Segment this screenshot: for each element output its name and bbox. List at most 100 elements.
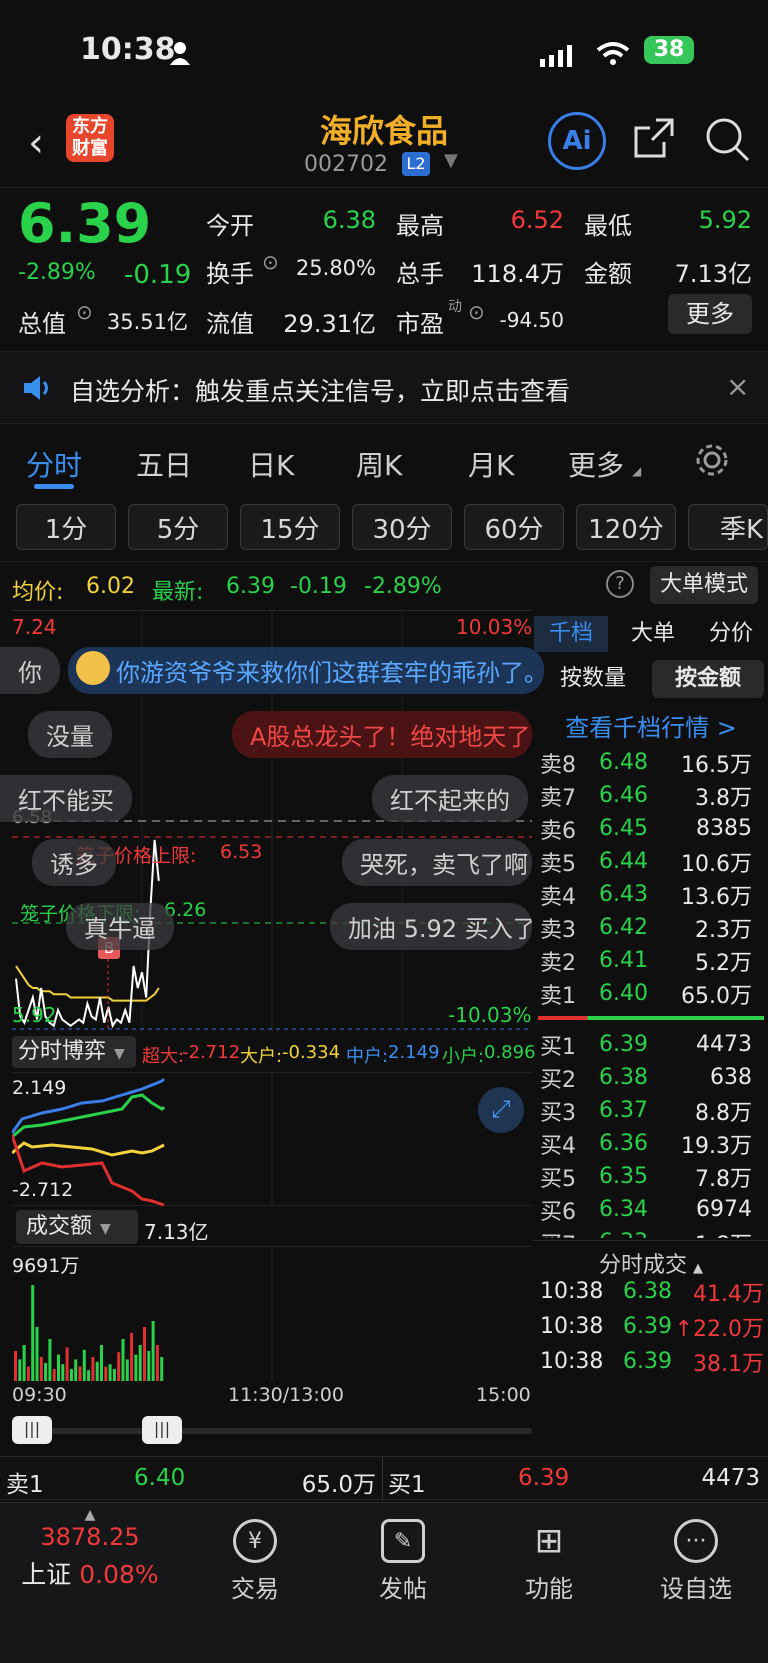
level-volume: 1.8万	[648, 1227, 752, 1239]
flow-selector[interactable]: 分时博弈 ▼	[12, 1036, 136, 1068]
bid-row[interactable]: 买1 6.39 4473	[534, 1028, 768, 1061]
level-label: 卖6	[540, 818, 576, 844]
comment-bubble[interactable]: 真牛逼	[66, 903, 174, 950]
depth-link[interactable]: 查看千档行情 >	[534, 708, 768, 743]
comment-bubble[interactable]: 红不起来的	[372, 775, 528, 822]
comment-bubble[interactable]: 诱多	[32, 839, 116, 886]
close-icon[interactable]: ×	[726, 370, 749, 403]
tab-day-k[interactable]: 日K	[248, 444, 294, 484]
market-cap-label: 总值	[18, 310, 66, 338]
volume-canvas	[14, 1247, 273, 1381]
chip-quarter-k[interactable]: 季K	[688, 504, 768, 550]
comment-bubble[interactable]: 没量	[28, 711, 112, 758]
volume-bar	[134, 1354, 138, 1381]
chip-1min[interactable]: 1分	[16, 504, 116, 550]
flow-title: 分时博弈	[18, 1039, 107, 1064]
ask-row[interactable]: 卖3 6.42 2.3万	[534, 911, 768, 944]
volume-chart[interactable]: 9691万	[12, 1246, 532, 1382]
index-widget[interactable]: ▲ 3878.25 上证 0.08%	[20, 1507, 160, 1591]
ask-row[interactable]: 卖6 6.45 8385	[534, 812, 768, 845]
float-cap-value: 29.31亿	[283, 310, 376, 338]
intraday-chart[interactable]: 7.24 10.03% 5.92 -10.03% 6.58 笼子价格上限: 6.…	[0, 610, 544, 1031]
market-cap-value: 35.51亿	[106, 310, 188, 334]
tab-month-k[interactable]: 月K	[468, 444, 514, 484]
chip-120min[interactable]: 120分	[576, 504, 676, 550]
ask-row[interactable]: 卖1 6.40 65.0万	[534, 977, 768, 1010]
slider-handle-left[interactable]: |||	[12, 1416, 52, 1444]
volume-bar	[74, 1359, 78, 1381]
volume-bar	[91, 1357, 95, 1381]
l2-badge[interactable]: L2	[402, 152, 430, 176]
mid-label: 中户:	[346, 1046, 389, 1067]
by-quantity[interactable]: 按数量	[538, 660, 648, 698]
bid-row[interactable]: 买4 6.36 19.3万	[534, 1127, 768, 1160]
chip-30min[interactable]: 30分	[352, 504, 452, 550]
chip-15min[interactable]: 15分	[240, 504, 340, 550]
search-icon[interactable]	[704, 116, 750, 166]
expand-icon[interactable]: ⤢	[478, 1087, 524, 1133]
index-name: 上证	[21, 1560, 72, 1589]
nav-watchlist[interactable]: ··· 设自选	[648, 1519, 744, 1604]
ai-button[interactable]: Ai	[548, 112, 606, 170]
chip-60min[interactable]: 60分	[464, 504, 564, 550]
share-icon[interactable]	[632, 116, 676, 164]
y-top-label: 7.24	[12, 615, 57, 639]
nav-functions[interactable]: ⊞ 功能	[504, 1519, 594, 1604]
volume-selector[interactable]: 成交额 ▼	[16, 1210, 138, 1244]
tab-price-dist[interactable]: 分价	[694, 616, 768, 652]
more-button[interactable]: 更多	[668, 294, 752, 334]
bid-list: 买1 6.39 4473 买2 6.38 638 买3 6.37 8.8万 买4 6.36 19.3万…	[534, 1028, 768, 1238]
speaker-icon	[22, 374, 52, 406]
tab-five-day[interactable]: 五日	[136, 444, 192, 484]
volume-bar	[14, 1351, 17, 1381]
ask-row[interactable]: 卖4 6.43 13.6万	[534, 878, 768, 911]
volume-bar	[61, 1364, 65, 1381]
by-amount[interactable]: 按金额	[652, 660, 764, 698]
ratio-bar	[538, 1016, 764, 1020]
tab-big-order[interactable]: 大单	[616, 616, 690, 652]
range-slider[interactable]: ||| |||	[12, 1416, 532, 1444]
info-icon[interactable]: ⊙	[468, 300, 485, 324]
level-label: 卖1	[540, 983, 576, 1009]
help-icon[interactable]: ?	[606, 570, 634, 598]
tab-intraday[interactable]: 分时	[26, 444, 82, 484]
comment-bubble[interactable]: 你	[0, 647, 60, 694]
bid-row[interactable]: 买6 6.34 6974	[534, 1193, 768, 1226]
gear-icon[interactable]	[694, 442, 730, 482]
info-icon[interactable]: ⊙	[76, 300, 93, 324]
chip-5min[interactable]: 5分	[128, 504, 228, 550]
chevron-down-icon[interactable]: ▼	[444, 150, 458, 171]
slider-handle-right[interactable]: |||	[142, 1416, 182, 1444]
info-icon[interactable]: ⊙	[262, 250, 279, 274]
comment-bubble[interactable]: 加油 5.92 买入了	[330, 903, 532, 950]
level-label: 卖8	[540, 752, 576, 778]
flow-header: 分时博弈 ▼ 超大: -2.712 大户: -0.334 中户: 2.149 小户: 0.…	[12, 1036, 536, 1070]
orderbook-subtabs: 按数量 按金额	[534, 660, 768, 698]
nav-post[interactable]: ✎ 发帖	[358, 1519, 448, 1604]
level-volume: 19.3万	[681, 1133, 752, 1159]
comment-bubble[interactable]: 红不能买	[0, 775, 132, 822]
pct-top-label: 10.03%	[456, 615, 533, 639]
comment-bubble[interactable]: 哭死，卖飞了啊	[342, 839, 532, 886]
tab-depth[interactable]: 千档	[534, 616, 608, 652]
flow-chart[interactable]: 2.149 -2.712 ⤢	[12, 1072, 532, 1207]
nav-trade[interactable]: ¥ 交易	[210, 1519, 300, 1604]
bid-row[interactable]: 买3 6.37 8.8万	[534, 1094, 768, 1127]
comment-bubble[interactable]: 你游资爷爷来救你们这群套牢的乖孙了。	[68, 647, 544, 694]
avg-label: 均价:	[12, 580, 64, 605]
bid-row[interactable]: 买2 6.38 638	[534, 1061, 768, 1094]
volume-header: 成交额 ▼ 7.13亿	[12, 1210, 532, 1246]
ask-row[interactable]: 卖7 6.46 3.8万	[534, 779, 768, 812]
nav-functions-label: 功能	[525, 1575, 573, 1603]
analysis-banner[interactable]: 自选分析：触发重点关注信号，立即点击查看 ×	[0, 352, 768, 424]
bid-row[interactable]: 买5 6.35 7.8万	[534, 1160, 768, 1193]
big-order-mode-button[interactable]: 大单模式	[650, 566, 758, 604]
level-label: 买3	[540, 1100, 576, 1126]
tab-week-k[interactable]: 周K	[356, 444, 402, 484]
ask-row[interactable]: 卖8 6.48 16.5万	[534, 746, 768, 779]
ask-row[interactable]: 卖5 6.44 10.6万	[534, 845, 768, 878]
bid-row[interactable]: 买76.331.8万	[534, 1226, 768, 1238]
tab-more[interactable]: 更多	[568, 444, 624, 484]
ask-row[interactable]: 卖2 6.41 5.2万	[534, 944, 768, 977]
comment-bubble[interactable]: A股总龙头了！绝对地天了	[232, 711, 532, 758]
